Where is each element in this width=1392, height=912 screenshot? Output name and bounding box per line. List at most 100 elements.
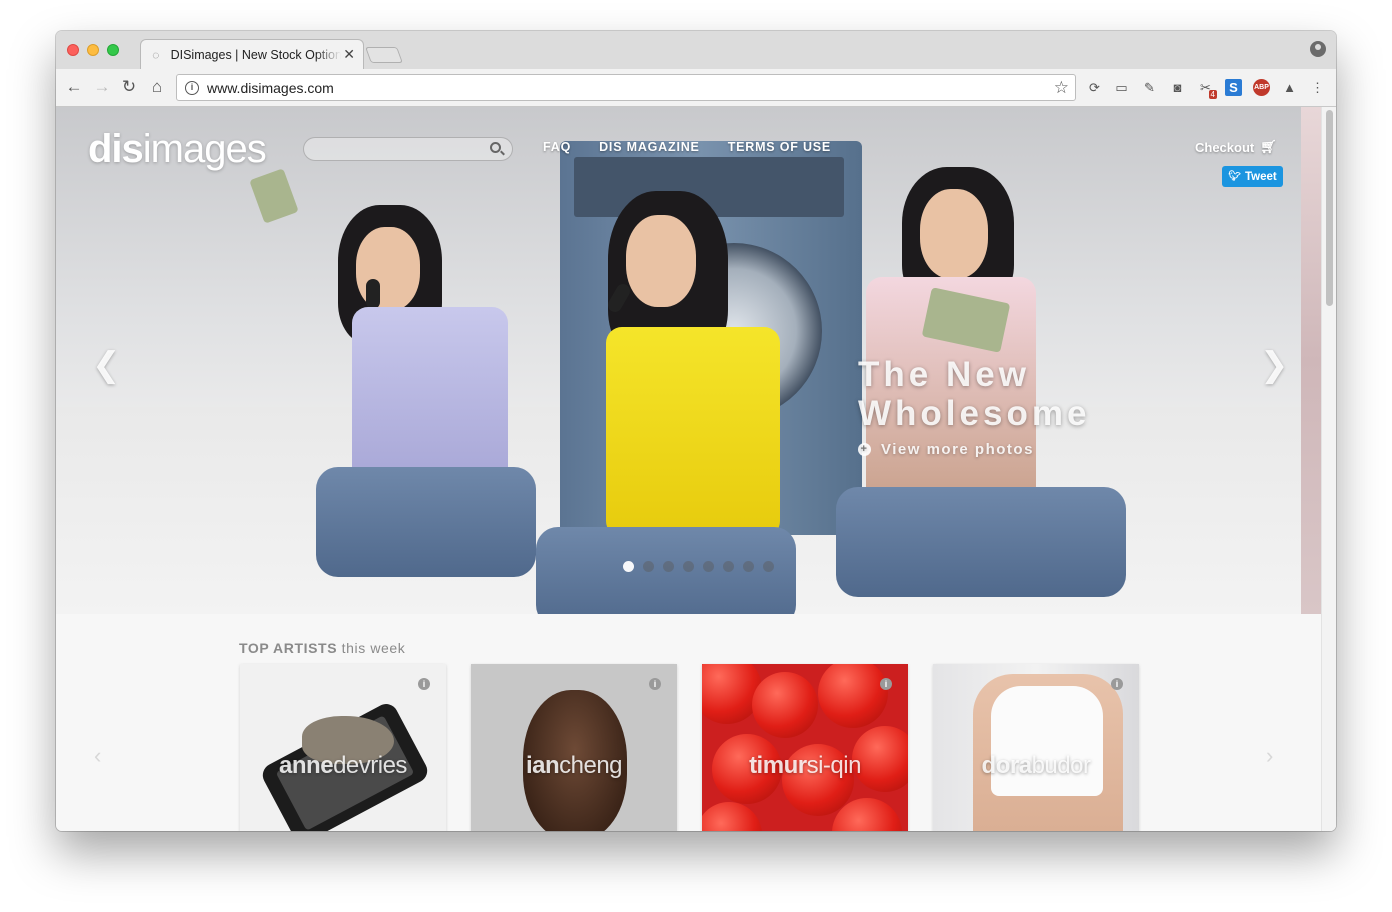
extension-badge: 4 [1208,90,1217,99]
sync-extension-icon[interactable]: ⟳ [1086,79,1103,96]
browser-toolbar: ← → ↻ ⌂ i www.disimages.com ☆ ⟳ ▭ ✎ ◙ ✂ 4… [56,69,1336,107]
artist-first: dora [981,752,1033,779]
carousel-next-icon[interactable]: ❯ [1260,345,1289,385]
nav-terms-of-use[interactable]: TERMS OF USE [728,140,831,154]
search-icon[interactable] [490,142,501,153]
window-controls [67,44,119,56]
jeans [836,487,1126,597]
artist-last: budor [1031,752,1091,779]
tweet-label: Tweet [1244,170,1277,183]
artist-last: devries [333,752,407,779]
menu-icon[interactable]: ⋮ [1309,79,1326,96]
close-tab-icon[interactable]: ✕ [343,46,355,63]
artist-last: si-qin [806,752,862,779]
site-search-input[interactable] [303,137,513,161]
hero-carousel: disimages FAQ DIS MAGAZINE TERMS OF USE … [56,107,1321,614]
adblock-icon[interactable]: ABP [1253,79,1270,96]
favicon-icon: ◌ [152,47,160,62]
cash-prop [249,168,299,224]
info-icon[interactable]: i [1111,678,1123,690]
page-scrollbar[interactable] [1321,107,1336,831]
bookmark-star-icon[interactable]: ☆ [1054,78,1069,98]
back-icon[interactable]: ← [64,77,84,97]
microphone-icon [366,279,380,309]
carousel-dot[interactable] [703,561,714,572]
carousel-dot[interactable] [663,561,674,572]
reload-icon[interactable]: ↻ [119,77,139,97]
info-icon[interactable]: i [418,678,430,690]
nav-faq[interactable]: FAQ [543,140,571,154]
heading-rest: this week [341,640,406,656]
maximize-window-button[interactable] [107,44,119,56]
tools-extension-icon[interactable]: ✂ 4 [1197,79,1217,99]
artist-card[interactable]: i annedevries [240,664,446,831]
checkout-link[interactable]: Checkout 🛒︎ [1195,139,1277,155]
face [626,215,696,307]
scrollbar-thumb[interactable] [1326,110,1333,306]
carousel-dot[interactable] [623,561,634,572]
view-more-label: View more photos [881,441,1034,458]
top-artists-heading: TOP ARTISTS this week [239,640,405,656]
logo-bold-text: dis [88,127,144,171]
drive-extension-icon[interactable]: ▲ [1281,79,1298,96]
address-bar[interactable]: i www.disimages.com ☆ [176,74,1076,101]
heading-bold: TOP ARTISTS [239,640,338,656]
model-left [249,167,536,577]
face [920,189,988,279]
tweet-button[interactable]: 🐦︎ Tweet [1222,166,1283,187]
url-text: www.disimages.com [207,79,334,96]
nav-dis-magazine[interactable]: DIS MAGAZINE [599,140,700,154]
plus-circle-icon: + [858,443,871,456]
screenshot-extension-icon[interactable]: ▭ [1113,79,1130,96]
artist-name: timursi-qin [702,752,908,780]
vest [352,307,508,487]
camera-extension-icon[interactable]: ◙ [1169,79,1186,96]
vest [606,327,780,537]
carousel-dot[interactable] [723,561,734,572]
artists-next-icon[interactable]: › [1266,743,1273,769]
forward-icon[interactable]: → [92,77,112,97]
next-slide-peek [1301,107,1321,614]
info-icon[interactable]: i [880,678,892,690]
carousel-dot[interactable] [643,561,654,572]
info-icon[interactable]: i [649,678,661,690]
tomato-image [752,672,818,738]
slide-caption: The New Wholesome + View more photos [858,355,1090,458]
carousel-dot[interactable] [683,561,694,572]
artist-name: annedevries [240,752,446,780]
close-window-button[interactable] [67,44,79,56]
browser-window: ◌ DISimages | New Stock Options ✕ ← → ↻ … [56,31,1336,831]
artist-card[interactable]: i dorabudor [933,664,1139,831]
site-info-icon[interactable]: i [185,80,199,95]
artist-last: cheng [559,752,623,779]
artist-name: dorabudor [933,752,1139,780]
model-middle [496,147,796,614]
artists-prev-icon[interactable]: ‹ [94,743,101,769]
artist-first: ian [525,752,560,779]
tomato-image [702,802,762,831]
page-viewport: disimages FAQ DIS MAGAZINE TERMS OF USE … [56,107,1336,831]
tab-strip: ◌ DISimages | New Stock Options ✕ [56,31,1336,69]
cart-icon: 🛒︎ [1260,139,1277,154]
pin-extension-icon[interactable]: ✎ [1141,79,1158,96]
artist-card[interactable]: i iancheng [471,664,677,831]
carousel-prev-icon[interactable]: ❮ [92,345,121,385]
logo-light-text: images [142,127,267,171]
view-more-link[interactable]: + View more photos [858,441,1090,458]
home-icon[interactable]: ⌂ [147,77,167,97]
slide-title-line2: Wholesome [858,394,1091,433]
carousel-dot[interactable] [763,561,774,572]
new-tab-button[interactable] [365,47,403,63]
minimize-window-button[interactable] [87,44,99,56]
browser-tab-active[interactable]: ◌ DISimages | New Stock Options ✕ [140,39,364,69]
artist-first: timur [749,752,807,779]
profile-icon[interactable] [1310,41,1326,57]
tab-title: DISimages | New Stock Options [170,47,342,62]
main-nav: FAQ DIS MAGAZINE TERMS OF USE [543,140,831,154]
checkout-label: Checkout [1195,139,1255,155]
site-logo[interactable]: disimages [88,127,267,172]
artist-card[interactable]: i timursi-qin [702,664,908,831]
carousel-dot[interactable] [743,561,754,572]
artist-name: iancheng [471,752,677,780]
s-extension-icon[interactable]: S [1225,79,1242,96]
